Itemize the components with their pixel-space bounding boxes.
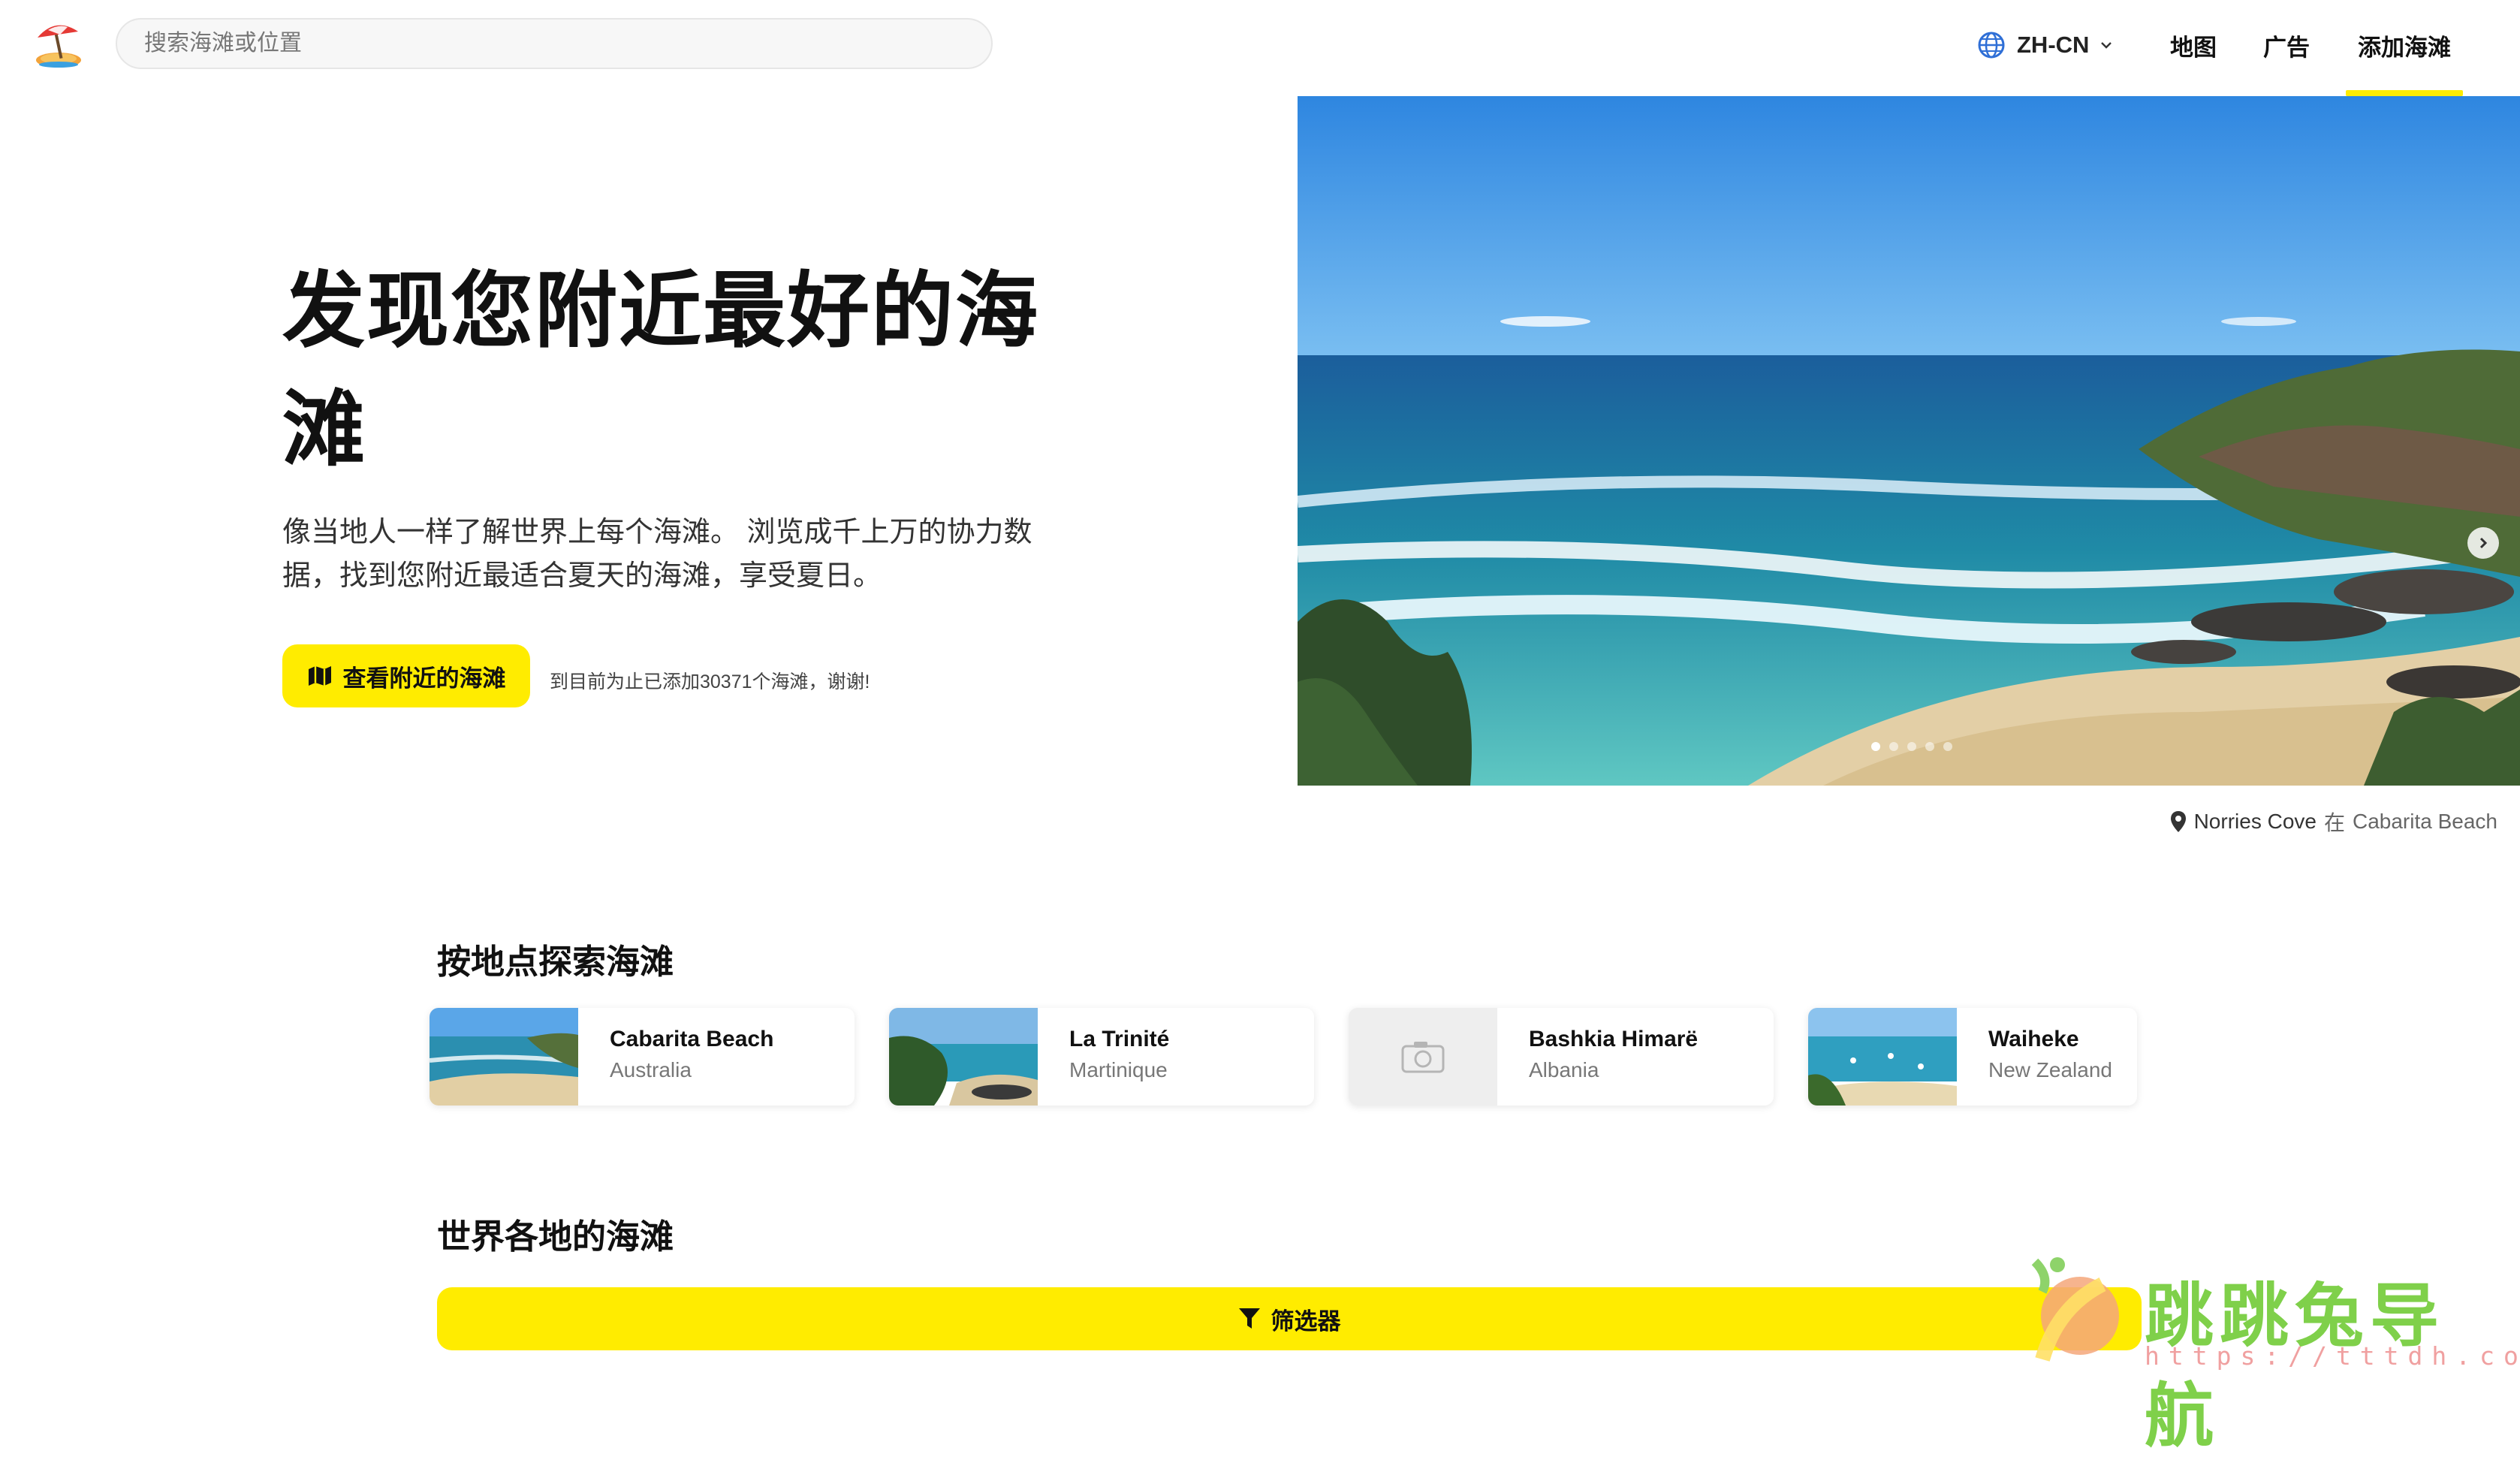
- search-bar[interactable]: [116, 18, 993, 69]
- globe-icon: [1978, 32, 2005, 59]
- location-country: Australia: [610, 1058, 692, 1081]
- location-card-bashkia-himare[interactable]: Bashkia Himarë Albania: [1349, 1008, 1774, 1106]
- explore-by-location-title: 按地点探索海滩: [437, 943, 674, 981]
- funnel-icon: [1238, 1308, 1260, 1329]
- location-thumbnail: [1808, 1008, 1957, 1106]
- location-country: New Zealand: [1988, 1058, 2112, 1081]
- location-thumbnail-placeholder: [1349, 1008, 1497, 1106]
- carousel-dot[interactable]: [1871, 742, 1880, 751]
- location-card-cabarita-beach[interactable]: Cabarita Beach Australia: [430, 1008, 855, 1106]
- location-country: Martinique: [1069, 1058, 1168, 1081]
- location-name: Bashkia Himarë: [1529, 1027, 1699, 1051]
- active-nav-indicator: [2346, 90, 2463, 96]
- filter-button[interactable]: 筛选器: [437, 1287, 2142, 1350]
- hero-beach-photo: [1298, 96, 2520, 786]
- watermark-url: https://tttdh.com: [2145, 1341, 2520, 1371]
- beach-umbrella-icon: [36, 25, 81, 68]
- location-name: Waiheke: [1988, 1027, 2079, 1051]
- nav-ads-link[interactable]: 广告: [2263, 27, 2310, 63]
- chevron-right-icon: [2479, 537, 2488, 549]
- watermark: 跳跳兔导航 https://tttdh.com: [2012, 1247, 2520, 1455]
- rabbit-logo-icon: [2031, 1257, 2119, 1362]
- chevron-down-icon: [2101, 42, 2112, 49]
- language-selector[interactable]: ZH-CN: [1976, 27, 2113, 63]
- language-label: ZH-CN: [2017, 32, 2090, 58]
- carousel-dot[interactable]: [1925, 742, 1934, 751]
- hero-title: 发现您附近最好的海滩: [282, 265, 1039, 476]
- nav-add-beach-link[interactable]: 添加海滩: [2358, 27, 2451, 63]
- caption-connector: 在: [2323, 811, 2345, 834]
- nav-map-link[interactable]: 地图: [2170, 27, 2217, 63]
- beaches-worldwide-title: 世界各地的海滩: [437, 1217, 674, 1256]
- location-thumbnail: [889, 1008, 1038, 1106]
- carousel-dot[interactable]: [1907, 742, 1916, 751]
- location-card-la-trinite[interactable]: La Trinité Martinique: [889, 1008, 1314, 1106]
- location-name: La Trinité: [1069, 1027, 1170, 1051]
- location-thumbnail: [430, 1008, 578, 1106]
- map-icon: [308, 666, 331, 686]
- carousel-next-button[interactable]: [2467, 527, 2499, 559]
- search-input[interactable]: [143, 30, 991, 57]
- carousel-dot[interactable]: [1889, 742, 1898, 751]
- camera-icon: [1401, 1042, 1445, 1073]
- caption-place: Norries Cove: [2193, 810, 2317, 833]
- site-logo[interactable]: [30, 20, 87, 69]
- location-card-waiheke[interactable]: Waiheke New Zealand: [1808, 1008, 2137, 1106]
- beach-count-text: 到目前为止已添加30371个海滩，谢谢!: [550, 671, 870, 692]
- view-nearby-beaches-button[interactable]: 查看附近的海滩: [282, 644, 530, 707]
- location-name: Cabarita Beach: [610, 1027, 774, 1051]
- filter-label: 筛选器: [1271, 1308, 1341, 1335]
- cta-label: 查看附近的海滩: [342, 665, 506, 692]
- location-pin-icon: [2170, 811, 2186, 832]
- carousel-indicators: [1871, 742, 1952, 751]
- hero-subtitle: 像当地人一样了解世界上每个海滩。 浏览成千上万的协力数据，找到您附近最适合夏天的…: [282, 517, 1032, 592]
- caption-beach-link[interactable]: Cabarita Beach: [2353, 810, 2497, 834]
- photo-caption: Norries Cove 在 Cabarita Beach: [2170, 807, 2497, 837]
- carousel-dot[interactable]: [1943, 742, 1952, 751]
- location-country: Albania: [1529, 1058, 1599, 1081]
